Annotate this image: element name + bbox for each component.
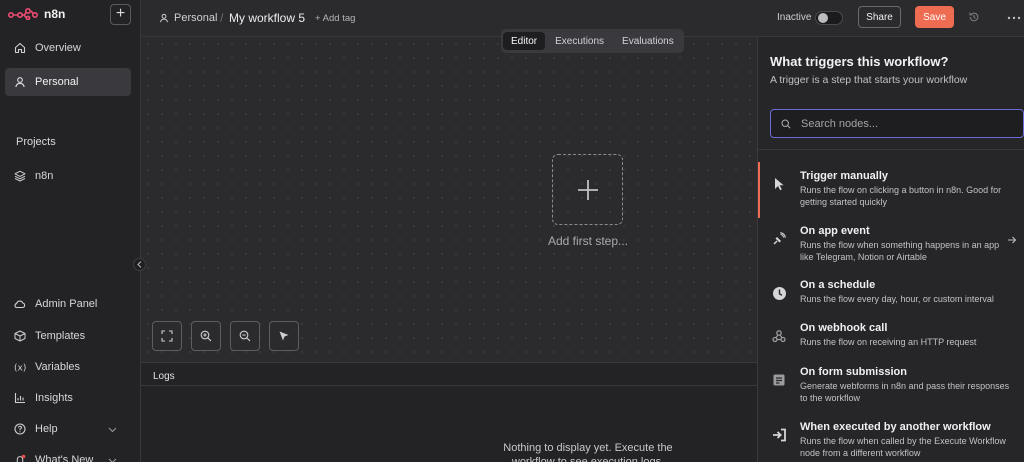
sidebar-item-label: What's New bbox=[35, 454, 94, 462]
add-first-step-button[interactable] bbox=[552, 154, 623, 225]
sidebar-item-templates[interactable]: Templates bbox=[5, 322, 131, 350]
chevron-left-icon bbox=[137, 261, 142, 268]
user-icon bbox=[13, 76, 26, 89]
bell-icon bbox=[13, 454, 26, 462]
chevron-down-icon bbox=[108, 424, 117, 436]
sidebar-item-whats-new[interactable]: What's New bbox=[5, 446, 131, 462]
sidebar-item-label: Templates bbox=[35, 330, 86, 342]
sidebar-item-label: n8n bbox=[35, 170, 54, 182]
active-toggle[interactable] bbox=[815, 11, 843, 25]
tab-evaluations[interactable]: Evaluations bbox=[614, 32, 682, 50]
breadcrumb-project: Personal bbox=[174, 12, 218, 24]
fit-view-button[interactable] bbox=[152, 321, 182, 351]
cursor-icon bbox=[279, 331, 289, 341]
sidebar: n8n + Overview Personal Projects n8n Adm… bbox=[0, 0, 141, 462]
sidebar-item-overview[interactable]: Overview bbox=[5, 34, 131, 62]
trigger-title: On form submission bbox=[800, 366, 907, 378]
layers-icon bbox=[13, 170, 26, 183]
logs-title[interactable]: Logs bbox=[153, 371, 175, 382]
breadcrumb-separator: / bbox=[220, 11, 224, 25]
user-icon bbox=[160, 13, 168, 23]
search-icon bbox=[781, 118, 791, 129]
view-tabs: Editor Executions Evaluations bbox=[501, 29, 684, 53]
sidebar-item-personal[interactable]: Personal bbox=[5, 68, 131, 96]
panel-subtitle: A trigger is a step that starts your wor… bbox=[770, 74, 968, 86]
tab-editor[interactable]: Editor bbox=[503, 32, 546, 50]
zoom-out-icon bbox=[239, 330, 251, 342]
clock-icon bbox=[771, 285, 787, 301]
trigger-title: Trigger manually bbox=[800, 170, 889, 182]
workflow-name[interactable]: My workflow 5 bbox=[229, 11, 305, 25]
divider bbox=[758, 149, 1024, 150]
trigger-description: Runs the flow on receiving an HTTP reque… bbox=[800, 337, 977, 347]
status-label: Inactive bbox=[777, 12, 812, 23]
logs-panel: Logs Nothing to display yet. Execute the… bbox=[141, 362, 757, 462]
create-new-button[interactable]: + bbox=[110, 4, 131, 25]
collapse-sidebar-button[interactable] bbox=[133, 258, 146, 271]
chevron-down-icon bbox=[108, 455, 117, 462]
sidebar-item-label: Help bbox=[35, 423, 58, 435]
sidebar-item-label: Overview bbox=[35, 42, 81, 54]
tidy-up-button[interactable] bbox=[269, 321, 299, 351]
trigger-description: Runs the flow every day, hour, or custom… bbox=[800, 294, 994, 304]
cloud-icon bbox=[13, 298, 26, 311]
add-tag-button[interactable]: + Add tag bbox=[315, 13, 355, 24]
help-icon bbox=[13, 423, 26, 436]
zoom-in-button[interactable] bbox=[191, 321, 221, 351]
sidebar-item-help[interactable]: Help bbox=[5, 415, 131, 443]
add-first-step-label: Add first step... bbox=[547, 234, 629, 248]
trigger-description: Generate webforms in n8n and pass their … bbox=[800, 381, 1010, 403]
n8n-logo-icon bbox=[8, 8, 38, 20]
plus-icon bbox=[577, 179, 598, 200]
projects-heading: Projects bbox=[16, 136, 56, 148]
trigger-title: On app event bbox=[800, 225, 870, 237]
search-input[interactable] bbox=[801, 117, 1001, 130]
workflow-canvas[interactable]: Editor Executions Evaluations Add first … bbox=[141, 29, 757, 362]
form-icon bbox=[771, 372, 787, 388]
search-box[interactable] bbox=[770, 109, 1024, 138]
zoom-in-icon bbox=[200, 330, 212, 342]
tab-executions[interactable]: Executions bbox=[547, 32, 612, 50]
chart-icon bbox=[13, 392, 26, 405]
share-button[interactable]: Share bbox=[858, 6, 901, 28]
trigger-description: Runs the flow when something happens in … bbox=[800, 240, 1000, 262]
logs-empty-message: Nothing to display yet. Execute the work… bbox=[503, 442, 673, 462]
trigger-title: When executed by another workflow bbox=[800, 421, 991, 433]
sidebar-item-project-n8n[interactable]: n8n bbox=[5, 162, 131, 190]
sidebar-item-variables[interactable]: (x) Variables bbox=[5, 353, 131, 381]
variable-icon: (x) bbox=[13, 361, 26, 374]
webhook-icon bbox=[771, 328, 787, 344]
sidebar-item-label: Admin Panel bbox=[35, 298, 98, 310]
history-icon[interactable] bbox=[968, 11, 980, 23]
satellite-icon bbox=[771, 231, 787, 247]
home-icon bbox=[13, 42, 26, 55]
sidebar-item-label: Personal bbox=[35, 76, 79, 88]
divider bbox=[141, 385, 757, 386]
sidebar-item-admin-panel[interactable]: Admin Panel bbox=[5, 290, 131, 318]
breadcrumb[interactable]: Personal bbox=[159, 12, 217, 24]
fit-view-icon bbox=[161, 330, 173, 342]
sidebar-item-label: Variables bbox=[35, 361, 81, 373]
panel-title: What triggers this workflow? bbox=[770, 54, 949, 69]
brand[interactable]: n8n bbox=[8, 6, 65, 22]
trigger-panel: What triggers this workflow? A trigger i… bbox=[757, 37, 1024, 462]
trigger-title: On a schedule bbox=[800, 279, 876, 291]
box-icon bbox=[13, 330, 26, 343]
cursor-icon bbox=[771, 176, 787, 192]
brand-name: n8n bbox=[44, 7, 66, 21]
sidebar-item-insights[interactable]: Insights bbox=[5, 384, 131, 412]
sidebar-item-label: Insights bbox=[35, 392, 73, 404]
arrow-right-icon bbox=[1008, 236, 1017, 244]
more-options-icon[interactable] bbox=[1007, 16, 1021, 20]
zoom-out-button[interactable] bbox=[230, 321, 260, 351]
sign-in-icon bbox=[771, 427, 787, 443]
save-button[interactable]: Save bbox=[915, 6, 954, 28]
trigger-description: Runs the flow when called by the Execute… bbox=[800, 436, 1006, 458]
trigger-description: Runs the flow on clicking a button in n8… bbox=[800, 185, 1002, 207]
trigger-title: On webhook call bbox=[800, 322, 888, 334]
svg-text:(x): (x) bbox=[14, 364, 26, 374]
